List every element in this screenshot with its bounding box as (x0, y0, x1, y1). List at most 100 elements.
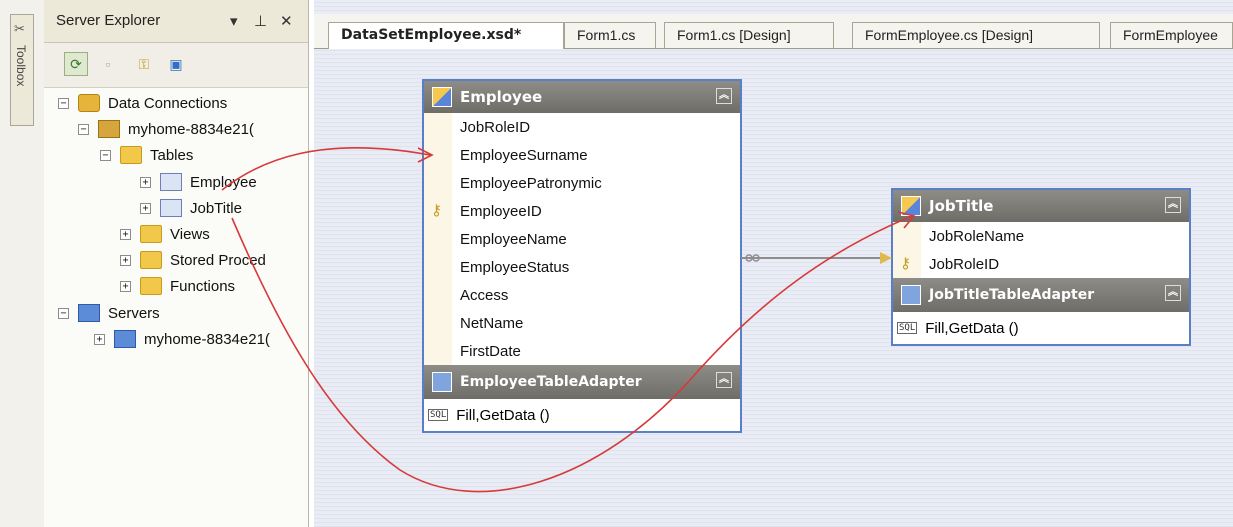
refresh-button[interactable]: ⟳ (64, 52, 88, 76)
connect-to-database-button[interactable]: ⚿ (132, 52, 156, 76)
stop-refresh-button[interactable]: ▫ (96, 52, 120, 76)
primary-key-icon: ⚷ (900, 255, 911, 272)
expand-icon[interactable]: + (120, 228, 131, 240)
tab-form1-design[interactable]: Form1.cs [Design] (664, 22, 834, 48)
auto-hide-pin-icon[interactable]: ⊥ (254, 12, 267, 30)
servers-icon (78, 304, 100, 322)
expand-icon[interactable]: + (140, 202, 151, 214)
column-name: JobRoleID (929, 255, 1000, 273)
tree-node-views[interactable]: + Views (120, 221, 210, 247)
sql-query-icon: SQL (897, 322, 918, 334)
column-row[interactable]: Access (424, 281, 740, 309)
folder-icon (140, 251, 162, 269)
expand-icon[interactable]: + (94, 333, 105, 345)
query-method-row[interactable]: SQL Fill,GetData () (424, 399, 740, 431)
tree-node-functions[interactable]: + Functions (120, 273, 235, 299)
tab-formemployee-design[interactable]: FormEmployee.cs [Design] (852, 22, 1100, 48)
data-connections-icon (78, 94, 100, 112)
connect-database-icon: ⚿ (138, 55, 150, 72)
dataset-design-surface[interactable]: Employee ︽ JobRoleID EmployeeSurname Emp… (314, 49, 1233, 527)
connect-server-icon: ▣ (169, 55, 183, 72)
tree-node-label: Employee (190, 173, 257, 191)
connect-to-server-button[interactable]: ▣ (164, 52, 188, 76)
column-name: JobRoleName (929, 227, 1025, 245)
tableadapter-icon (432, 372, 452, 392)
tree-node-servers[interactable]: − Servers (58, 300, 160, 326)
window-position-dropdown-icon[interactable]: ▾ (230, 12, 238, 30)
tableadapter-icon (901, 285, 921, 305)
refresh-icon: ⟳ (70, 55, 82, 72)
column-row[interactable]: NetName (424, 309, 740, 337)
query-method-name: Fill,GetData () (456, 406, 550, 424)
collapse-chevron-icon[interactable]: ︽ (716, 88, 732, 104)
document-area: DataSetEmployee.xsd* Form1.cs Form1.cs [… (314, 0, 1233, 527)
employee-table-header[interactable]: Employee ︽ (424, 81, 740, 113)
collapse-icon[interactable]: − (100, 149, 111, 161)
sql-query-icon: SQL (428, 409, 449, 421)
jobtitle-table-title: JobTitle (929, 197, 994, 215)
database-connection-icon (98, 120, 120, 138)
tree-node-label: myhome-8834e21( (128, 120, 254, 138)
tree-node-data-connections[interactable]: − Data Connections (58, 90, 227, 116)
column-name: EmployeeStatus (460, 258, 570, 276)
server-explorer-title: Server Explorer (56, 12, 161, 29)
close-icon[interactable]: ✕ (280, 12, 293, 30)
tree-node-server[interactable]: + myhome-8834e21( (94, 326, 270, 352)
tab-dataset-employee-xsd[interactable]: DataSetEmployee.xsd* (328, 22, 564, 49)
column-name: NetName (460, 314, 524, 332)
collapse-icon[interactable]: − (78, 123, 89, 135)
expand-icon[interactable]: + (140, 176, 151, 188)
tree-node-label: Tables (150, 146, 194, 164)
column-row-primary-key[interactable]: ⚷ JobRoleID (893, 250, 1189, 278)
collapse-chevron-icon[interactable]: ︽ (1165, 285, 1181, 301)
datatable-icon (901, 196, 921, 216)
collapse-chevron-icon[interactable]: ︽ (716, 372, 732, 388)
tree-node-label: Functions (170, 277, 236, 295)
column-name: FirstDate (460, 342, 521, 360)
server-explorer-titlebar: Server Explorer ▾ ⊥ ✕ (44, 0, 308, 43)
jobtitle-tableadapter-title: JobTitleTableAdapter (929, 287, 1095, 303)
server-explorer-panel: Server Explorer ▾ ⊥ ✕ ⟳ ▫ ⚿ ▣ − Data Con… (44, 0, 309, 527)
primary-key-icon: ⚷ (431, 202, 442, 219)
column-row[interactable]: EmployeeStatus (424, 253, 740, 281)
column-row[interactable]: FirstDate (424, 337, 740, 365)
column-row-primary-key[interactable]: ⚷ EmployeeID (424, 197, 740, 225)
folder-icon (140, 277, 162, 295)
tree-node-connection[interactable]: − myhome-8834e21( (78, 116, 254, 142)
column-row[interactable]: JobRoleName (893, 222, 1189, 250)
employee-datatable[interactable]: Employee ︽ JobRoleID EmployeeSurname Emp… (422, 79, 742, 433)
jobtitle-table-header[interactable]: JobTitle ︽ (893, 190, 1189, 222)
expand-icon[interactable]: + (120, 280, 131, 292)
column-name: EmployeeSurname (460, 146, 588, 164)
tree-node-label: JobTitle (190, 199, 242, 217)
tree-node-employee-table[interactable]: + Employee (140, 169, 257, 195)
employee-tableadapter-title: EmployeeTableAdapter (460, 374, 642, 390)
tree-node-label: Views (170, 225, 210, 243)
jobtitle-tableadapter-header[interactable]: JobTitleTableAdapter ︽ (893, 278, 1189, 312)
column-row[interactable]: JobRoleID (424, 113, 740, 141)
expand-icon[interactable]: + (120, 254, 131, 266)
collapse-icon[interactable]: − (58, 97, 69, 109)
toolbox-tab[interactable]: ✂ Toolbox (10, 14, 34, 126)
column-row[interactable]: EmployeeSurname (424, 141, 740, 169)
tab-formemployee[interactable]: FormEmployee (1110, 22, 1233, 48)
jobtitle-datatable[interactable]: JobTitle ︽ JobRoleName ⚷ JobRoleID JobTit… (891, 188, 1191, 346)
query-method-name: Fill,GetData () (925, 319, 1019, 337)
datatable-icon (432, 87, 452, 107)
column-name: JobRoleID (460, 118, 531, 136)
column-row[interactable]: EmployeeName (424, 225, 740, 253)
tab-form1-cs[interactable]: Form1.cs (564, 22, 656, 48)
folder-icon (140, 225, 162, 243)
collapse-icon[interactable]: − (58, 307, 69, 319)
query-method-row[interactable]: SQL Fill,GetData () (893, 312, 1189, 344)
toolbox-label: Toolbox (14, 45, 28, 87)
tree-node-tables[interactable]: − Tables (100, 142, 193, 168)
tree-node-jobtitle-table[interactable]: + JobTitle (140, 195, 242, 221)
column-row[interactable]: EmployeePatronymic (424, 169, 740, 197)
tree-node-label: myhome-8834e21( (144, 330, 270, 348)
employee-tableadapter-header[interactable]: EmployeeTableAdapter ︽ (424, 365, 740, 399)
collapse-chevron-icon[interactable]: ︽ (1165, 197, 1181, 213)
column-name: EmployeeName (460, 230, 567, 248)
tree-node-label: Data Connections (108, 94, 228, 112)
tree-node-stored-procedures[interactable]: + Stored Proced (120, 247, 266, 273)
